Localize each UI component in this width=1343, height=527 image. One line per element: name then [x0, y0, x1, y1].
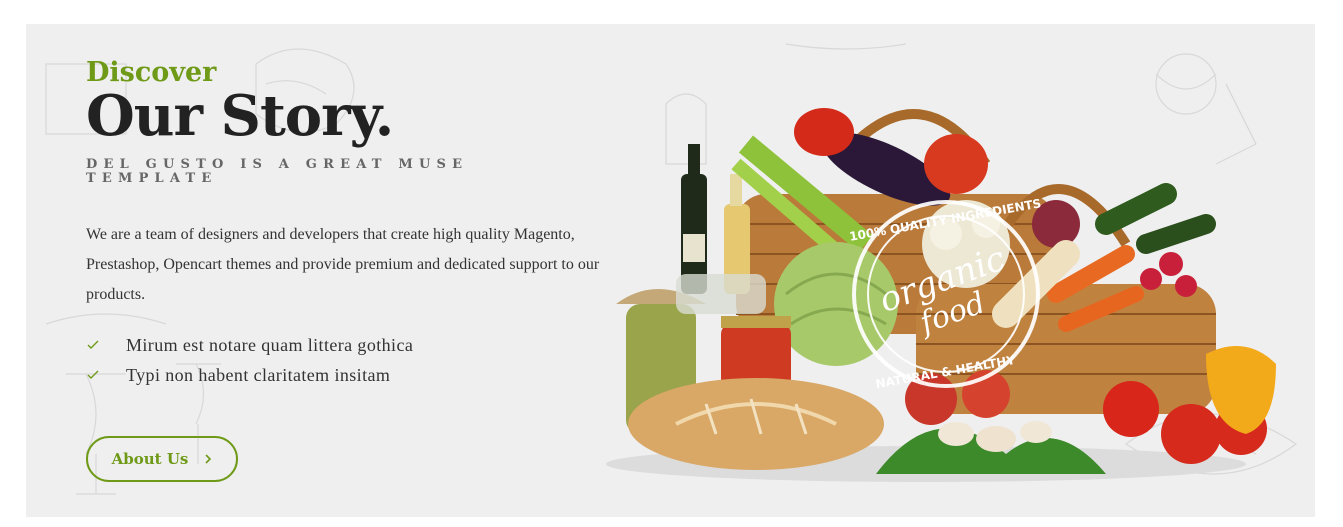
our-story-banner: Discover Our Story. DEL GUSTO IS A GREAT… — [26, 24, 1315, 517]
list-item: Typi non habent claritatem insitam — [86, 360, 626, 390]
subtitle: DEL GUSTO IS A GREAT MUSE TEMPLATE — [86, 157, 469, 186]
about-us-button[interactable]: About Us — [86, 436, 238, 482]
feature-text: Mirum est notare quam littera gothica — [126, 335, 414, 355]
about-us-button-label: About Us — [111, 450, 189, 468]
feature-list: Mirum est notare quam littera gothica Ty… — [86, 330, 626, 390]
vegetable-basket-image: 100% QUALITY INGREDIENTS organic food NA… — [606, 108, 1276, 482]
checkmark-icon — [87, 370, 99, 379]
story-content: Discover Our Story. DEL GUSTO IS A GREAT… — [86, 58, 626, 390]
description: We are a team of designers and developer… — [86, 226, 600, 303]
chevron-right-icon — [205, 454, 212, 464]
feature-text: Typi non habent claritatem insitam — [126, 365, 391, 385]
checkmark-icon — [87, 340, 99, 349]
list-item: Mirum est notare quam littera gothica — [86, 330, 626, 360]
page-title: Our Story. — [86, 83, 394, 149]
